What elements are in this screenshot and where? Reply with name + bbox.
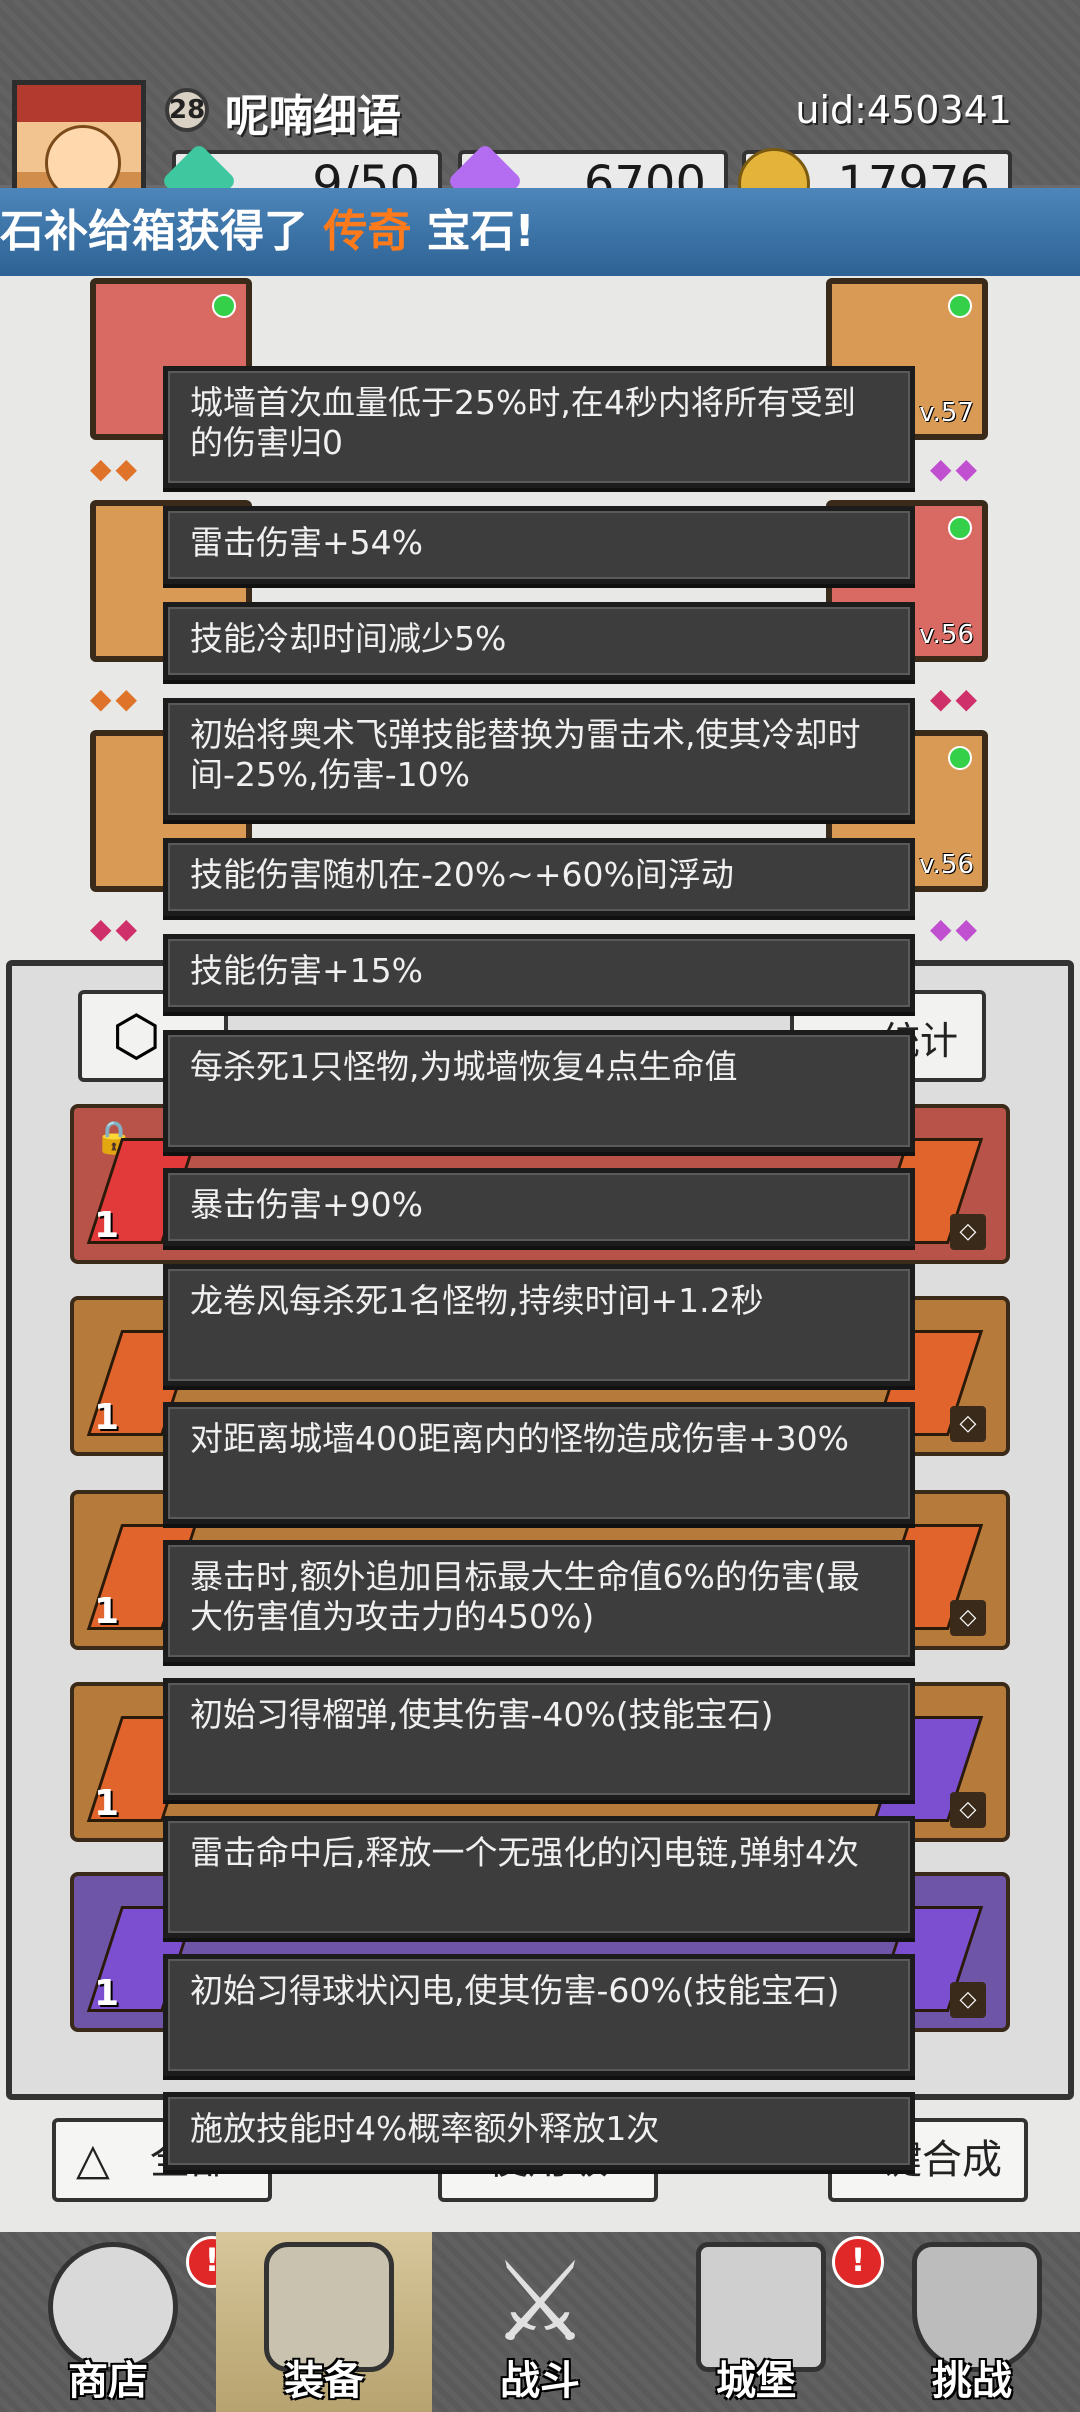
nav-equipment[interactable]: 装备 [216, 2232, 432, 2412]
gem-effect-tooltip: 对距离城墙400距离内的怪物造成伤害+30% [163, 1402, 915, 1524]
ready-indicator-icon [212, 294, 236, 318]
rune-diamonds-icon: ◆◆ [90, 912, 142, 945]
bottom-navigation: ! 商店 装备 ⚔ 战斗 ! 城堡 挑战 [0, 2232, 1080, 2412]
item-count: 1 [94, 1397, 120, 1438]
chevron-up-icon: △ [76, 2134, 110, 2185]
item-count: 1 [94, 1205, 120, 1246]
player-name: 呢喃细语 [225, 91, 401, 142]
nav-label: 挑战 [932, 2358, 1012, 2404]
ready-indicator-icon [948, 516, 972, 540]
nav-castle[interactable]: ! 城堡 [648, 2232, 884, 2412]
gem-effect-tooltip: 初始将奥术飞弹技能替换为雷击术,使其冷却时间-25%,伤害-10% [163, 698, 915, 820]
gem-effect-tooltip: 城墙首次血量低于25%时,在4秒内将所有受到的伤害归0 [163, 366, 915, 488]
gem-effect-tooltip: 雷击命中后,释放一个无强化的闪电链,弹射4次 [163, 1816, 915, 1938]
gem-type-icon: ◇ [950, 1600, 986, 1636]
nav-shop[interactable]: ! 商店 [0, 2232, 238, 2412]
announcement-ticker: 石补给箱获得了 传奇 宝石! [0, 188, 1080, 276]
nav-label: 城堡 [716, 2358, 796, 2404]
crossed-swords-icon: ⚔ [490, 2238, 590, 2366]
nav-battle[interactable]: ⚔ 战斗 [432, 2232, 648, 2412]
gem-type-icon: ◇ [950, 1406, 986, 1442]
item-count: 1 [94, 1783, 120, 1824]
gear-level: v.56 [919, 850, 974, 880]
nav-label: 战斗 [500, 2358, 580, 2404]
item-count: 1 [94, 1591, 120, 1632]
gem-effect-tooltip: 每杀死1只怪物,为城墙恢复4点生命值 [163, 1030, 915, 1152]
gem-effect-tooltip: 暴击时,额外追加目标最大生命值6%的伤害(最大伤害值为攻击力的450%) [163, 1540, 915, 1662]
gem-effect-tooltip: 技能伤害随机在-20%~+60%间浮动 [163, 838, 915, 916]
gem-effect-tooltip: 初始习得榴弹,使其伤害-40%(技能宝石) [163, 1678, 915, 1800]
rune-diamonds-icon: ◆◆ [930, 912, 982, 945]
ready-indicator-icon [948, 294, 972, 318]
rune-diamonds-icon: ◆◆ [930, 452, 982, 485]
gem-effect-tooltip: 初始习得球状闪电,使其伤害-60%(技能宝石) [163, 1954, 915, 2076]
ticker-prefix: 石补给箱获得了 [0, 206, 308, 257]
rune-diamonds-icon: ◆◆ [90, 452, 142, 485]
ticker-suffix: 宝石! [426, 206, 535, 257]
gear-level: v.57 [919, 398, 974, 428]
nav-label: 商店 [68, 2358, 148, 2404]
gem-type-icon: ◇ [950, 1792, 986, 1828]
rune-diamonds-icon: ◆◆ [90, 682, 142, 715]
gem-effect-tooltip: 暴击伤害+90% [163, 1168, 915, 1246]
item-count: 1 [94, 1973, 120, 2014]
gem-effect-tooltip: 施放技能时4%概率额外释放1次 [163, 2092, 915, 2170]
ticker-highlight: 传奇 [323, 206, 412, 257]
player-level-badge: 28 [165, 88, 209, 132]
nav-label: 装备 [284, 2358, 364, 2404]
player-uid: uid:450341 [795, 88, 1012, 132]
gear-level: v.56 [919, 620, 974, 650]
gem-icon: ⬡ [112, 1004, 161, 1069]
gem-effect-tooltip: 雷击伤害+54% [163, 506, 915, 584]
nav-challenge[interactable]: 挑战 [864, 2232, 1080, 2412]
gem-type-icon: ◇ [950, 1982, 986, 2018]
gem-type-icon: ◇ [950, 1214, 986, 1250]
top-bar: 28 呢喃细语 uid:450341 9/50 6700 17976 [0, 0, 1080, 220]
ready-indicator-icon [948, 746, 972, 770]
gem-effect-tooltip: 龙卷风每杀死1名怪物,持续时间+1.2秒 [163, 1264, 915, 1386]
gem-effect-tooltip: 技能冷却时间减少5% [163, 602, 915, 680]
rune-diamonds-icon: ◆◆ [930, 682, 982, 715]
gem-effect-tooltip: 技能伤害+15% [163, 934, 915, 1012]
